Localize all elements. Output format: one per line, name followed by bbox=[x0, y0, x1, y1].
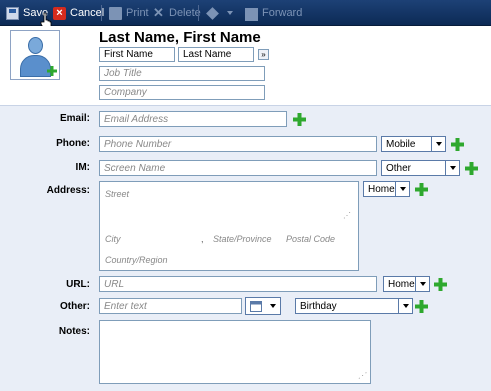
city-state-separator: , bbox=[201, 234, 204, 244]
im-type-value: Other bbox=[386, 162, 412, 174]
chevron-down-icon bbox=[398, 299, 412, 313]
first-name-field[interactable]: First Name bbox=[99, 47, 175, 62]
add-im-icon[interactable] bbox=[465, 162, 478, 175]
phone-field[interactable]: Phone Number bbox=[99, 136, 377, 152]
chevron-down-icon bbox=[415, 277, 429, 291]
phone-type-select[interactable]: Mobile bbox=[381, 136, 446, 152]
im-field[interactable]: Screen Name bbox=[99, 160, 377, 176]
resize-grip-icon[interactable]: ⋰ bbox=[358, 371, 366, 380]
im-type-select[interactable]: Other bbox=[381, 160, 460, 176]
add-other-icon[interactable] bbox=[415, 300, 428, 313]
email-label: Email: bbox=[59, 113, 90, 124]
forward-icon bbox=[245, 7, 258, 21]
cancel-button[interactable]: × Cancel bbox=[53, 4, 104, 22]
last-name-field[interactable]: Last Name bbox=[178, 47, 254, 62]
calendar-icon bbox=[250, 301, 262, 312]
date-picker-button[interactable] bbox=[245, 297, 281, 315]
phone-label: Phone: bbox=[56, 138, 90, 149]
notes-label: Notes: bbox=[58, 326, 90, 337]
delete-icon: ✕ bbox=[153, 4, 164, 20]
delete-button[interactable]: ✕ Delete bbox=[152, 4, 201, 22]
add-address-icon[interactable] bbox=[415, 183, 428, 196]
other-label: Other: bbox=[60, 301, 90, 312]
country-field[interactable]: Country/Region bbox=[105, 255, 168, 265]
add-photo-icon bbox=[47, 66, 57, 76]
contact-photo[interactable] bbox=[10, 30, 60, 80]
job-title-field[interactable]: Job Title bbox=[99, 66, 265, 81]
url-type-select[interactable]: Home bbox=[383, 276, 430, 292]
phone-type-value: Mobile bbox=[386, 138, 416, 150]
resize-grip-icon[interactable]: ⋰ bbox=[343, 211, 351, 220]
other-field[interactable]: Enter text bbox=[99, 298, 242, 314]
cancel-label: Cancel bbox=[70, 7, 105, 19]
delete-label: Delete bbox=[169, 7, 201, 19]
url-type-value: Home bbox=[388, 278, 415, 290]
state-field[interactable]: State/Province bbox=[213, 234, 272, 244]
chevron-down-icon bbox=[445, 161, 459, 175]
contact-form: Email: Email Address Phone: Phone Number… bbox=[0, 105, 491, 391]
more-name-fields-button[interactable]: » bbox=[258, 49, 269, 60]
tag-dropdown-icon bbox=[227, 11, 233, 15]
print-button[interactable]: Print bbox=[109, 4, 149, 22]
email-field[interactable]: Email Address bbox=[99, 111, 287, 127]
notes-field[interactable]: ⋰ bbox=[99, 320, 371, 384]
forward-button[interactable]: Forward bbox=[245, 4, 302, 22]
chevron-down-icon bbox=[431, 137, 445, 151]
tag-icon bbox=[206, 6, 219, 20]
add-email-icon[interactable] bbox=[293, 113, 306, 126]
add-phone-icon[interactable] bbox=[451, 138, 464, 151]
forward-label: Forward bbox=[262, 7, 303, 19]
chevron-down-icon bbox=[395, 182, 409, 196]
tag-button[interactable] bbox=[206, 4, 233, 22]
print-icon bbox=[109, 6, 122, 20]
im-label: IM: bbox=[75, 162, 90, 173]
save-icon bbox=[6, 6, 19, 20]
print-label: Print bbox=[126, 7, 149, 19]
address-type-value: Home bbox=[368, 183, 395, 195]
url-label: URL: bbox=[66, 279, 90, 290]
address-type-select[interactable]: Home bbox=[363, 181, 410, 197]
add-url-icon[interactable] bbox=[434, 278, 447, 291]
other-type-value: Birthday bbox=[300, 300, 337, 312]
address-label: Address: bbox=[46, 185, 90, 196]
toolbar-separator bbox=[198, 5, 199, 21]
toolbar: Save × Cancel Print ✕ Delete Forward bbox=[0, 0, 491, 30]
person-icon bbox=[28, 37, 43, 54]
company-field[interactable]: Company bbox=[99, 85, 265, 100]
city-field[interactable]: City bbox=[105, 234, 121, 244]
chevron-down-icon bbox=[270, 304, 276, 308]
display-name: Last Name, First Name bbox=[99, 29, 261, 46]
toolbar-separator bbox=[101, 5, 102, 21]
contact-header: Last Name, First Name First Name Last Na… bbox=[0, 26, 491, 110]
cancel-icon: × bbox=[53, 6, 66, 20]
url-field[interactable]: URL bbox=[99, 276, 377, 292]
street-field[interactable]: Street bbox=[105, 189, 129, 199]
postal-code-field[interactable]: Postal Code bbox=[286, 234, 335, 244]
other-type-select[interactable]: Birthday bbox=[295, 298, 413, 314]
address-box: Street ⋰ City , State/Province Postal Co… bbox=[99, 181, 359, 271]
